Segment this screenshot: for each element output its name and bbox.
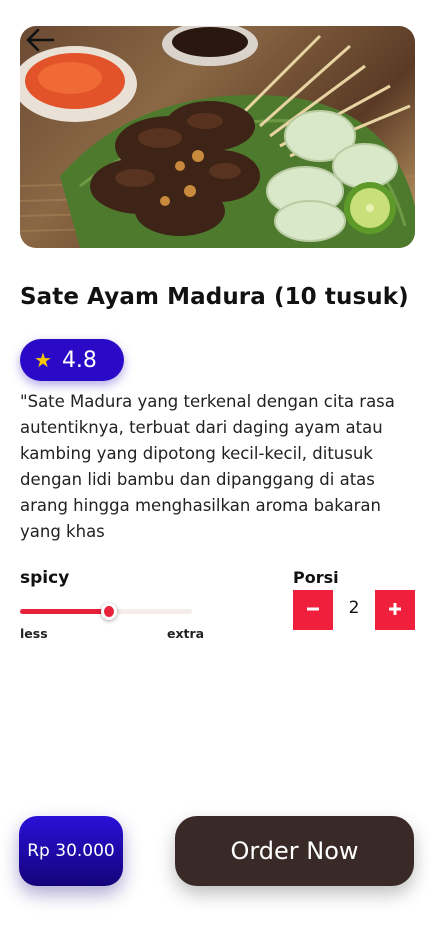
- order-now-button[interactable]: Order Now: [175, 816, 414, 886]
- minus-icon: [306, 601, 320, 620]
- slider-min-label: less: [20, 626, 48, 641]
- price-badge: Rp 30.000: [19, 816, 123, 886]
- spicy-label: spicy: [20, 568, 70, 588]
- rating-value: 4.8: [61, 347, 97, 373]
- star-icon: ★: [34, 348, 52, 372]
- arrow-left-icon: [25, 28, 55, 56]
- product-description: "Sate Madura yang terkenal dengan cita r…: [20, 392, 395, 541]
- slider-max-label: extra: [167, 626, 205, 641]
- food-image: [20, 26, 415, 248]
- slider-fill: [20, 609, 110, 614]
- decrease-quantity-button[interactable]: [293, 590, 333, 630]
- quantity-value: 2: [348, 598, 360, 618]
- porsi-label: Porsi: [293, 568, 339, 587]
- increase-quantity-button[interactable]: [375, 590, 415, 630]
- rating-badge: ★ 4.8: [20, 339, 124, 381]
- product-title: Sate Ayam Madura (10 tusuk): [20, 284, 409, 310]
- plus-icon: [388, 601, 402, 620]
- spicy-slider[interactable]: [20, 603, 192, 621]
- slider-thumb[interactable]: [101, 603, 118, 620]
- back-button[interactable]: [24, 28, 56, 56]
